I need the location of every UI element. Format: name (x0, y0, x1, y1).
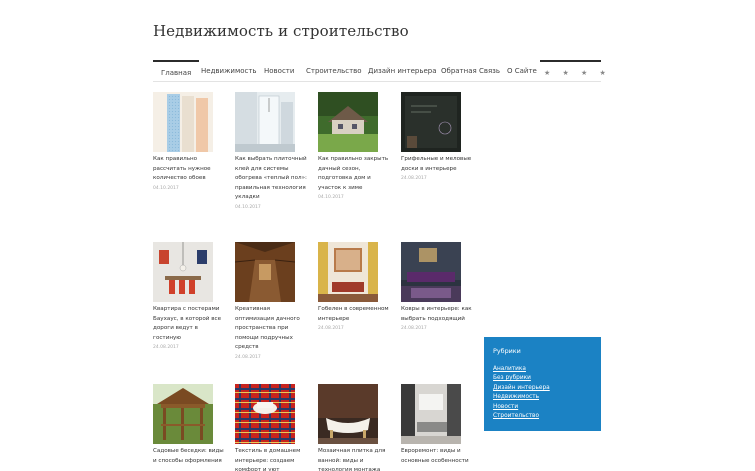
post-thumbnail-tapestry-room[interactable] (318, 242, 378, 302)
post-thumbnail-bauhaus-dining[interactable] (153, 242, 213, 302)
post-thumbnail-wallpaper-rolls[interactable] (153, 92, 213, 152)
post-date: 24.08.2017 (235, 354, 261, 360)
post-card: Как правильно рассчитать нужное количест… (153, 92, 225, 191)
site-title[interactable]: Недвижимость и строительство (153, 22, 409, 40)
category-link-real-estate[interactable]: Недвижимость (493, 393, 592, 402)
post-date: 24.08.2017 (153, 345, 179, 351)
category-link-news[interactable]: Новости (493, 403, 592, 412)
post-title[interactable]: Креативная оптимизация дачного пространс… (235, 305, 307, 353)
nav-item-about[interactable]: О Сайте (507, 60, 537, 82)
post-card: Квартира с постерами Баухаус, в которой … (153, 242, 225, 350)
post-card: Мозаичная плитка для ванной: виды и техн… (318, 384, 390, 471)
post-title[interactable]: Как выбрать плиточный клей для системы о… (235, 155, 307, 203)
post-title[interactable]: Как правильно рассчитать нужное количест… (153, 155, 225, 184)
post-title[interactable]: Евроремонт: виды и основные особенности (401, 447, 473, 466)
category-link-analytics[interactable]: Аналитика (493, 365, 592, 374)
post-thumbnail-mosaic-bathtub[interactable] (318, 384, 378, 444)
category-link-construction[interactable]: Строительство (493, 412, 592, 421)
post-thumbnail-living-room[interactable] (401, 384, 461, 444)
post-date: 24.08.2017 (401, 326, 427, 332)
nav-item-construction[interactable]: Строительство (306, 60, 362, 82)
widget-title: Рубрики (493, 347, 521, 355)
nav-item-real-estate[interactable]: Недвижимость (201, 60, 257, 82)
post-title[interactable]: Квартира с постерами Баухаус, в которой … (153, 305, 225, 343)
post-title[interactable]: Как правильно закрыть дачный сезон, подг… (318, 155, 390, 193)
post-card: Как выбрать плиточный клей для системы о… (235, 92, 307, 210)
post-card: Евроремонт: виды и основные особенности (401, 384, 473, 468)
post-card: Ковры в интерьере: как выбрать подходящи… (401, 242, 473, 331)
nav-item-feedback[interactable]: Обратная Связь (441, 60, 500, 82)
nav-item-home[interactable]: Главная (153, 60, 200, 82)
post-card: Креативная оптимизация дачного пространс… (235, 242, 307, 360)
post-card: Садовые беседки: виды и способы оформлен… (153, 384, 225, 468)
post-date: 04.10.2017 (235, 204, 261, 210)
post-thumbnail-country-house[interactable] (318, 92, 378, 152)
post-card: Как правильно закрыть дачный сезон, подг… (318, 92, 390, 200)
nav-item-news[interactable]: Новости (264, 60, 294, 82)
category-link-uncategorized[interactable]: Без рубрики (493, 374, 592, 383)
post-title[interactable]: Гобелен в современном интерьере (318, 305, 390, 324)
post-title[interactable]: Мозаичная плитка для ванной: виды и техн… (318, 447, 390, 471)
post-thumbnail-bathroom-shower[interactable] (235, 92, 295, 152)
post-date: 04.10.2017 (318, 195, 344, 201)
post-card: Текстиль в домашнем интерьере: создаем к… (235, 384, 307, 471)
post-title[interactable]: Садовые беседки: виды и способы оформлен… (153, 447, 225, 466)
post-title[interactable]: Ковры в интерьере: как выбрать подходящи… (401, 305, 473, 324)
post-title[interactable]: Грифельные и меловые доски в интерьере (401, 155, 473, 174)
post-thumbnail-tartan-textile[interactable] (235, 384, 295, 444)
nav-more-stars[interactable]: ★ ★ ★ ★ (540, 60, 606, 82)
post-thumbnail-chalkboard[interactable] (401, 92, 461, 152)
post-date: 24.08.2017 (401, 176, 427, 182)
post-card: Гобелен в современном интерьере 24.08.20… (318, 242, 390, 331)
post-thumbnail-wooden-attic[interactable] (235, 242, 295, 302)
post-thumbnail-carpet-room[interactable] (401, 242, 461, 302)
main-navigation: Главная Недвижимость Новости Строительст… (153, 60, 606, 82)
nav-item-interior-design[interactable]: Дизайн интерьера (368, 60, 437, 82)
categories-widget: Рубрики Аналитика Без рубрики Дизайн инт… (484, 337, 601, 431)
post-date: 24.08.2017 (318, 326, 344, 332)
post-date: 04.10.2017 (153, 185, 179, 191)
post-thumbnail-gazebo[interactable] (153, 384, 213, 444)
post-title[interactable]: Текстиль в домашнем интерьере: создаем к… (235, 447, 307, 471)
post-card: Грифельные и меловые доски в интерьере 2… (401, 92, 473, 181)
category-link-interior-design[interactable]: Дизайн интерьера (493, 384, 592, 393)
